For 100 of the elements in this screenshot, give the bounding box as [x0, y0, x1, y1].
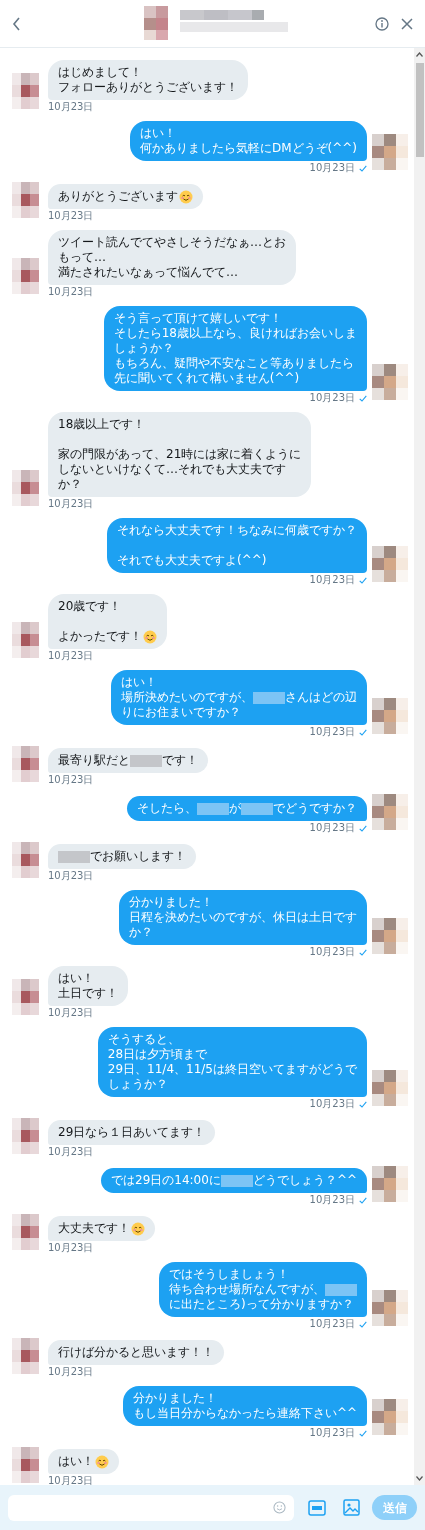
timestamp: 10月23日 — [309, 574, 355, 586]
message-text: どうでしょう？^^ — [252, 1173, 357, 1188]
redacted-text — [197, 802, 229, 815]
message-text: はい！ — [58, 971, 94, 986]
message-field[interactable] — [8, 1494, 294, 1521]
avatar — [12, 1118, 39, 1154]
redacted-text — [253, 691, 285, 704]
avatar — [12, 746, 39, 782]
avatar — [372, 134, 408, 170]
avatar — [12, 842, 39, 878]
message-text: そしたら、 — [137, 801, 197, 816]
message-text: よかったです！ — [58, 629, 142, 644]
smiley-icon — [143, 629, 157, 644]
timestamp: 10月23日 — [309, 1427, 355, 1439]
redacted-text — [220, 1174, 253, 1187]
avatar — [12, 979, 39, 1015]
message-text: 日程を決めたいのですが、休日は土日です — [129, 910, 357, 925]
message-text: はい！ — [121, 675, 157, 690]
info-icon[interactable] — [375, 17, 389, 31]
timestamp: 10月23日 — [48, 210, 94, 222]
scroll-down-icon[interactable] — [416, 1476, 423, 1481]
avatar — [372, 1399, 408, 1435]
smiley-icon — [179, 189, 193, 204]
scrollbar[interactable] — [414, 48, 425, 1485]
avatar — [372, 1166, 408, 1202]
message-text: に出たところ)って分かりますか？ — [169, 1297, 354, 1312]
message-text: 28日は夕方頃まで — [107, 1047, 208, 1062]
timestamp: 10月23日 — [48, 1475, 94, 1485]
smiley-icon — [131, 1221, 145, 1236]
timestamp: 10月23日 — [48, 1007, 94, 1019]
message-text: そしたら18歳以上なら、良ければお会いしま — [113, 326, 357, 341]
message-text: もちろん、疑問や不安なこと等ありましたら — [113, 356, 354, 371]
timestamp: 10月23日 — [48, 650, 94, 662]
timestamp: 10月23日 — [309, 1194, 355, 1206]
message-text: 土日です！ — [58, 986, 118, 1001]
avatar — [372, 1070, 408, 1106]
avatar — [12, 622, 39, 658]
redacted-text — [58, 850, 90, 863]
scrollbar-thumb[interactable] — [415, 63, 424, 157]
timestamp: 10月23日 — [48, 101, 94, 113]
timestamp: 10月23日 — [48, 1242, 94, 1254]
timestamp: 10月23日 — [48, 1146, 94, 1158]
message-text: 最寄り駅だと — [58, 753, 130, 768]
message-text: が — [229, 801, 241, 816]
message-text: 29日なら１日あいてます！ — [58, 1125, 206, 1140]
message-text: りにお住まいですか？ — [121, 705, 241, 720]
message-text: はい！ — [139, 126, 176, 141]
message-text: しょうか？ — [113, 341, 174, 356]
message-text: か？ — [58, 477, 82, 492]
message-text: 先に聞いてくれて構いません(^^) — [113, 371, 300, 386]
message-text: しないといけなくて…それでも大丈夫です — [58, 462, 286, 477]
message-text: ではそうしましょう！ — [169, 1267, 289, 1282]
message-text: さんはどの辺 — [285, 690, 357, 705]
message-text: もって… — [58, 250, 106, 265]
timestamp: 10月23日 — [48, 1366, 94, 1378]
redacted-text — [130, 754, 162, 767]
message-text: 待ち合わせ場所なんですが、 — [169, 1282, 325, 1297]
avatar — [12, 1338, 39, 1374]
timestamp: 10月23日 — [309, 162, 355, 174]
message-text: はじめまして！ — [58, 65, 142, 80]
message-text: それなら大丈夫です！ちなみに何歳ですか？ — [117, 523, 357, 538]
timestamp: 10月23日 — [309, 1318, 355, 1330]
gif-icon[interactable] — [308, 1499, 326, 1516]
image-icon[interactable] — [343, 1499, 360, 1516]
avatar — [12, 182, 39, 218]
redacted-text — [241, 802, 273, 815]
message-text: ツイート読んでてやさしそうだなぁ…とお — [58, 235, 286, 250]
avatar — [372, 698, 408, 734]
close-icon[interactable] — [401, 18, 413, 30]
back-icon[interactable] — [12, 16, 22, 31]
message-text: 何かありましたら気軽にDMどうぞ(^^) — [139, 141, 357, 156]
scroll-up-icon[interactable] — [416, 52, 423, 57]
message-text: か？ — [129, 925, 153, 940]
avatar — [12, 73, 39, 109]
message-text: 満たされたいなぁって悩んでて… — [58, 265, 238, 280]
avatar — [12, 470, 39, 506]
message-text: でどうですか？ — [273, 801, 357, 816]
message-text: です！ — [162, 753, 198, 768]
message-text: 行けば分かると思います！！ — [58, 1345, 214, 1360]
smiley-icon — [95, 1454, 109, 1469]
message-text: もし当日分からなかったら連絡下さい^^ — [132, 1406, 357, 1421]
message-text: そう言って頂けて嬉しいです！ — [113, 311, 282, 326]
timestamp: 10月23日 — [309, 392, 355, 404]
message-text: 分かりました！ — [129, 895, 213, 910]
message-text: では29日の14:00に — [111, 1173, 221, 1188]
message-text: 18歳以上です！ — [58, 417, 146, 432]
avatar — [12, 1214, 39, 1250]
emoji-icon[interactable] — [273, 1501, 286, 1514]
avatar — [372, 364, 408, 400]
message-text: 20歳です！ — [58, 599, 122, 614]
timestamp: 10月23日 — [309, 726, 355, 738]
redacted-text — [325, 1283, 357, 1296]
message-text: しょうか？ — [107, 1077, 168, 1092]
message-text: そうすると、 — [107, 1032, 180, 1047]
avatar — [12, 1447, 39, 1483]
avatar — [372, 918, 408, 954]
message-text: 場所決めたいのですが、 — [121, 690, 253, 705]
message-text: はい！ — [58, 1454, 94, 1469]
message-text: 分かりました！ — [132, 1391, 217, 1406]
avatar — [372, 546, 408, 582]
